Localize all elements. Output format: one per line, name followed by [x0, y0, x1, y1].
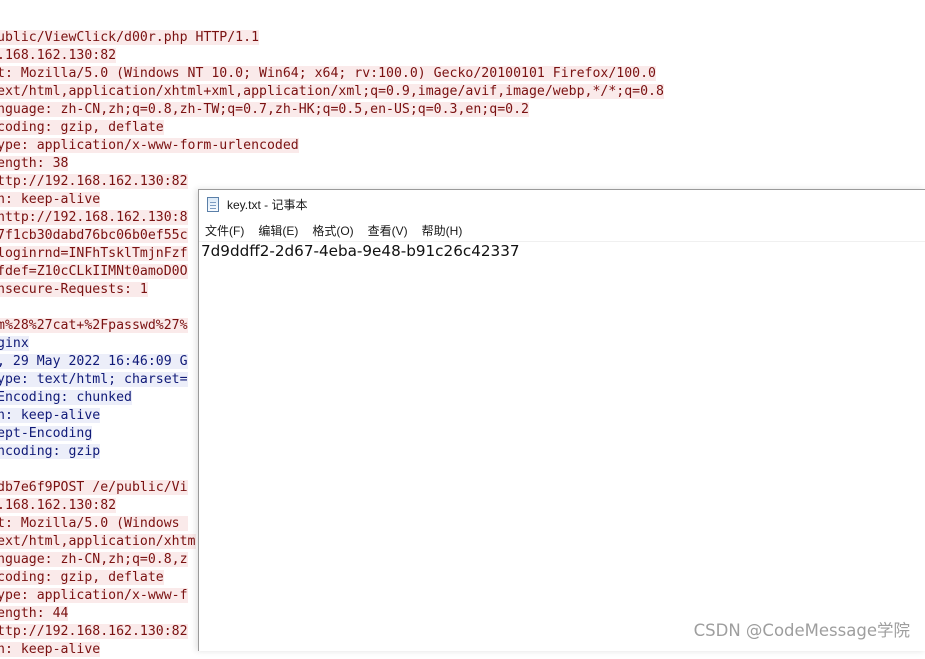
notepad-titlebar[interactable]: key.txt - 记事本 [199, 190, 925, 219]
notepad-window[interactable]: key.txt - 记事本 文件(F) 编辑(E) 格式(O) 查看(V) 帮助… [198, 189, 925, 651]
stream-line-text: ength: 38 [0, 156, 69, 171]
menu-view[interactable]: 查看(V) [368, 222, 408, 239]
stream-line-text: .168.162.130:82 [0, 48, 117, 63]
stream-line-text: n: keep-alive [0, 192, 101, 207]
stream-line-text: nguage: zh-CN,zh;q=0.8,z [0, 552, 188, 567]
watermark: CSDN @CodeMessage学院 [693, 621, 910, 640]
notepad-icon [207, 197, 219, 212]
stream-line-text: n: keep-alive [0, 408, 101, 423]
stream-line-text: coding: gzip, deflate [0, 120, 164, 135]
request-line: nguage: zh-CN,zh;q=0.8,zh-TW;q=0.7,zh-HK… [0, 101, 664, 119]
stream-line-text: coding: gzip, deflate [0, 570, 164, 585]
stream-line-text: ext/html,application/xhtm [0, 534, 196, 549]
stream-line-text: t: Mozilla/5.0 (Windows [0, 516, 188, 531]
stream-line-text: ype: application/x-www-form-urlencoded [0, 138, 299, 153]
request-line: t: Mozilla/5.0 (Windows NT 10.0; Win64; … [0, 65, 664, 83]
menu-edit[interactable]: 编辑(E) [258, 222, 298, 239]
stream-line-text: Encoding: chunked [0, 390, 132, 405]
stream-line-text: ncoding: gzip [0, 444, 101, 459]
stream-line-text: ept-Encoding [0, 426, 93, 441]
stream-line-text: nsecure-Requests: 1 [0, 282, 148, 297]
stream-line-text: ype: application/x-www-f [0, 588, 188, 603]
request-line: ength: 38 [0, 155, 664, 173]
menu-help[interactable]: 帮助(H) [422, 222, 463, 239]
stream-line-text: fdef=Z10cCLkIIMNt0amoD0O [0, 264, 188, 279]
stream-line-text: ext/html,application/xhtml+xml,applicati… [0, 84, 664, 99]
menu-bar: 文件(F) 编辑(E) 格式(O) 查看(V) 帮助(H) [199, 219, 925, 242]
stream-line-text: ublic/ViewClick/d00r.php HTTP/1.1 [0, 30, 260, 45]
stream-line-text: 7f1cb30dabd76bc06b0ef55c [0, 228, 188, 243]
stream-line-text: db7e6f9POST /e/public/Vi [0, 480, 188, 495]
stream-line-text: ength: 44 [0, 606, 69, 621]
request-line: .168.162.130:82 [0, 47, 664, 65]
request-line: ublic/ViewClick/d00r.php HTTP/1.1 [0, 29, 664, 47]
stream-line-text: ginx [0, 336, 29, 351]
stream-line-text: t: Mozilla/5.0 (Windows NT 10.0; Win64; … [0, 66, 656, 81]
stream-line-text: ttp://192.168.162.130:82 [0, 174, 188, 189]
stream-line-text: , 29 May 2022 16:46:09 G [0, 354, 188, 369]
stream-line-text: http://192.168.162.130:8 [0, 210, 188, 225]
stream-line-text: loginrnd=INFhTsklTmjnFzf [0, 246, 188, 261]
stream-line-text: nguage: zh-CN,zh;q=0.8,zh-TW;q=0.7,zh-HK… [0, 102, 529, 117]
stream-line-text: ype: text/html; charset= [0, 372, 188, 387]
menu-format[interactable]: 格式(O) [312, 222, 353, 239]
stream-line-text: m%28%27cat+%2Fpasswd%27% [0, 318, 188, 333]
menu-file[interactable]: 文件(F) [205, 222, 244, 239]
stream-line-text: .168.162.130:82 [0, 498, 117, 513]
request-line: coding: gzip, deflate [0, 119, 664, 137]
text-editor[interactable]: 7d9ddff2-2d67-4eba-9e48-b91c26c42337 [201, 242, 925, 651]
stream-line-text: ttp://192.168.162.130:82 [0, 624, 188, 639]
request-line: ype: application/x-www-form-urlencoded [0, 137, 664, 155]
request-line: ext/html,application/xhtml+xml,applicati… [0, 83, 664, 101]
window-title: key.txt - 记事本 [227, 198, 308, 212]
